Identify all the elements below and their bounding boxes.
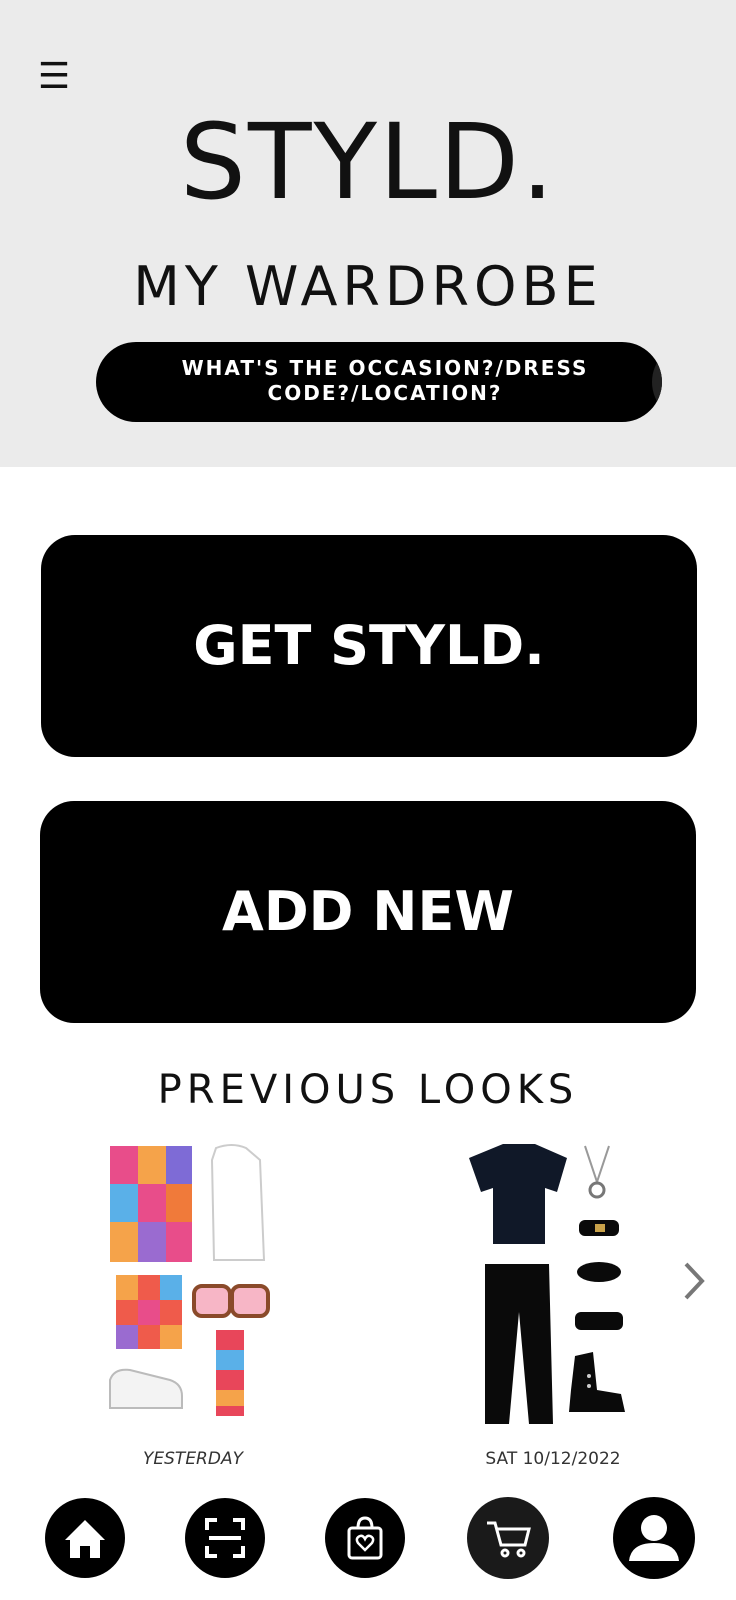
profile-icon <box>629 1515 679 1561</box>
menu-icon[interactable]: ☰ <box>36 58 72 96</box>
scan-icon <box>205 1518 245 1558</box>
nav-scan-button[interactable] <box>185 1498 265 1578</box>
search-button[interactable] <box>652 342 662 422</box>
search-bar[interactable]: WHAT'S THE OCCASION?/DRESS CODE?/LOCATIO… <box>96 342 662 422</box>
plaid-jacket <box>110 1146 192 1262</box>
header: ☰ STYLD. MY WARDROBE WHAT'S THE OCCASION… <box>0 0 736 467</box>
get-styld-button[interactable]: GET STYLD. <box>41 535 697 757</box>
nav-profile-button[interactable] <box>613 1497 695 1579</box>
nav-home-button[interactable] <box>45 1498 125 1578</box>
search-placeholder-line-1: WHAT'S THE OCCASION?/DRESS <box>181 356 589 380</box>
previous-look-2-date: SAT 10/12/2022 <box>485 1449 621 1469</box>
search-placeholder[interactable]: WHAT'S THE OCCASION?/DRESS CODE?/LOCATIO… <box>116 356 654 406</box>
previous-look-1-date: YESTERDAY <box>143 1449 243 1469</box>
add-new-button[interactable]: ADD NEW <box>40 801 696 1023</box>
home-icon <box>65 1520 105 1558</box>
previous-look-2-image[interactable] <box>449 1140 649 1432</box>
search-placeholder-line-2: CODE?/LOCATION? <box>267 381 503 405</box>
previous-looks-title: PREVIOUS LOOKS <box>157 1067 579 1113</box>
cart-icon <box>487 1521 531 1558</box>
page-title: MY WARDROBE <box>133 255 603 318</box>
shopping-bag-heart-icon <box>347 1516 383 1560</box>
nav-cart-button[interactable] <box>467 1497 549 1579</box>
chevron-right-icon[interactable] <box>680 1258 710 1304</box>
brand-logo: STYLD. <box>179 101 557 223</box>
previous-look-1-image[interactable] <box>96 1140 296 1432</box>
nav-wishlist-button[interactable] <box>325 1498 405 1578</box>
